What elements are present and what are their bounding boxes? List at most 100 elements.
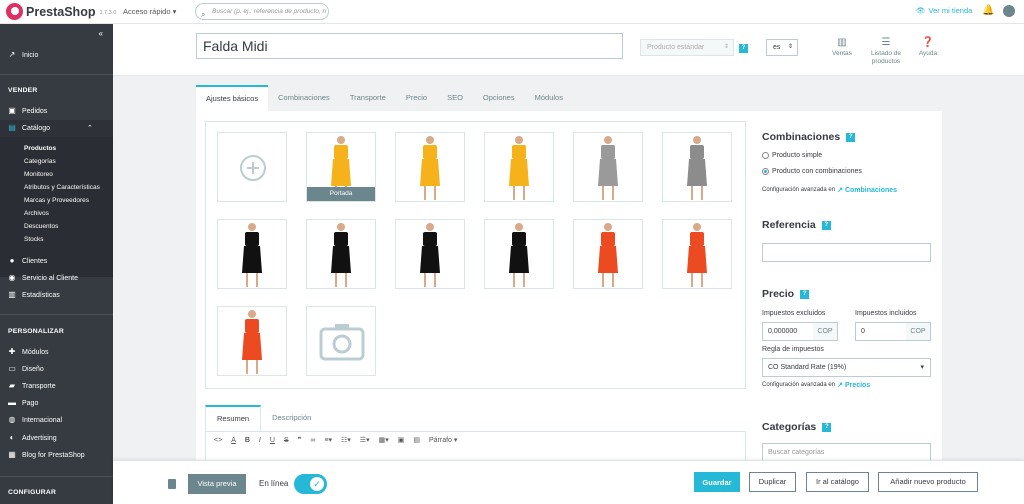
duplicate-button[interactable]: Duplicar [749,472,796,492]
product-image-thumb[interactable] [484,132,554,202]
sidebar-item-catalog[interactable]: ▤ Catálogo ⌃ [8,124,93,133]
underline-icon[interactable]: U [270,437,275,444]
submenu-item-monitoring[interactable]: Monitoreo [24,171,53,178]
media-icon[interactable]: ▤ [413,436,420,444]
prices-link[interactable]: Precios [845,382,870,389]
simple-product-radio[interactable]: Producto simple [762,152,822,159]
product-image-thumb[interactable] [484,219,554,289]
price-tax-excluded-input[interactable]: 0,000000 [762,322,814,341]
combinations-link[interactable]: Combinaciones [845,187,897,194]
tab-basic-settings[interactable]: Ajustes básicos [196,85,269,111]
view-shop-link[interactable]: 👁 Ver mi tienda [916,6,972,15]
submenu-item-files[interactable]: Archivos [24,210,49,217]
product-image-thumb[interactable] [573,219,643,289]
add-image-button[interactable] [217,132,287,202]
sidebar-item-shipping[interactable]: ▰ Transporte [8,382,56,390]
online-label: En línea [259,479,289,488]
quick-access-dropdown[interactable]: Acceso rápido ▾ [123,7,176,16]
align-icon[interactable]: ≡▾ [324,436,332,444]
reference-input[interactable] [762,243,931,262]
sidebar-item-advertising[interactable]: ◐ Advertising [8,434,57,442]
sidebar-item-payment[interactable]: ▬ Pago [8,399,38,407]
bar-chart-icon: ▥ [837,37,847,48]
logo-icon [6,3,23,20]
prestashop-logo[interactable]: PrestaShop 1.7.3.0 [6,3,116,20]
help-icon[interactable]: ? [739,44,748,53]
tab-description[interactable]: Descripción [261,405,322,431]
submenu-item-brands[interactable]: Marcas y Proveedores [24,197,89,204]
image-icon[interactable]: ▣ [398,436,405,444]
search-input[interactable]: ⌕ Buscar (p. ej.: referencia de producto… [195,3,329,20]
submenu-item-discounts[interactable]: Descuentos [24,223,58,230]
product-image-thumb[interactable] [573,132,643,202]
summary-editor[interactable]: <> A B I U S ❞ ∞ ≡▾ ☷▾ ☰▾ ▦▾ ▣ ▤ Párrafo… [205,431,746,461]
product-name-input[interactable]: Falda Midi [196,33,623,59]
tax-excluded-label: Impuestos excluidos [762,310,826,317]
submenu-item-products[interactable]: Productos [24,145,56,152]
sidebar-item-blog[interactable]: ▦ Blog for PrestaShop [8,451,84,459]
tab-shipping[interactable]: Transporte [340,85,396,111]
go-to-catalog-button[interactable]: Ir al catálogo [806,472,869,492]
sidebar-item-home[interactable]: ↗ Inicio [8,51,39,59]
code-icon[interactable]: <> [214,437,222,444]
sidebar-item-international[interactable]: ◍ Internacional [8,416,63,424]
user-avatar[interactable] [1003,5,1015,17]
save-button[interactable]: Guardar [694,472,740,492]
help-icon[interactable]: ? [800,289,810,299]
italic-icon[interactable]: I [259,437,261,444]
product-tabs: Ajustes básicos Combinaciones Transporte… [196,85,573,111]
tab-summary[interactable]: Resumen [205,405,262,431]
product-list-button[interactable]: ☰ Listado de productos [866,37,906,66]
submenu-item-attributes[interactable]: Atributos y Características [24,184,100,191]
tab-options[interactable]: Opciones [473,85,525,111]
sidebar-item-customers[interactable]: ● Clientes [8,257,48,265]
language-select[interactable]: es ⇕ [766,39,798,56]
tab-seo[interactable]: SEO [437,85,473,111]
bold-icon[interactable]: B [245,437,250,444]
product-image-thumb[interactable] [217,219,287,289]
product-image-thumb[interactable] [217,306,287,376]
product-image-thumb[interactable] [662,219,732,289]
help-button[interactable]: ❓ Ayuda [915,37,941,58]
camera-placeholder[interactable] [306,306,376,376]
product-image-thumb[interactable] [395,132,465,202]
text-color-icon[interactable]: A [231,437,236,444]
add-new-product-button[interactable]: Añadir nuevo producto [878,472,978,492]
product-type-select[interactable]: Producto estándar ⇕ [640,39,734,56]
link-icon[interactable]: ∞ [310,437,315,444]
product-image-thumb[interactable] [395,219,465,289]
product-with-combinations-radio[interactable]: Producto con combinaciones [762,168,862,175]
quote-icon[interactable]: ❞ [298,436,302,444]
help-icon[interactable]: ? [821,220,831,230]
sidebar-item-customer-service[interactable]: ◉ Servicio al Cliente [8,274,79,282]
sidebar-item-modules[interactable]: ✚ Módulos [8,348,49,356]
trash-icon[interactable] [168,479,176,489]
notifications-bell-icon[interactable]: 🔔 [982,5,994,16]
reference-title: Referencia? [762,219,831,231]
product-image-thumb[interactable]: Portada [306,132,376,202]
tax-rule-select[interactable]: CO Standard Rate (19%) ▾ [762,358,931,377]
strikethrough-icon[interactable]: S [284,437,289,444]
price-tax-included-input[interactable]: 0 [855,322,907,341]
table-icon[interactable]: ▦▾ [379,436,389,444]
product-image-thumb[interactable] [306,219,376,289]
numbered-list-icon[interactable]: ☰▾ [360,436,370,444]
bullet-list-icon[interactable]: ☷▾ [341,436,351,444]
product-image-thumb[interactable] [662,132,732,202]
sidebar-item-stats[interactable]: ▥ Estadísticas [8,291,60,299]
online-toggle[interactable]: ✓ [294,474,327,494]
sales-button[interactable]: ▥ Ventas [829,37,855,58]
collapse-sidebar-icon[interactable]: « [99,29,103,38]
format-select[interactable]: Párrafo ▾ [429,436,457,444]
sidebar-item-design[interactable]: ▭ Diseño [8,365,44,373]
tab-combinations[interactable]: Combinaciones [268,85,340,111]
tab-price[interactable]: Precio [396,85,437,111]
submenu-item-stocks[interactable]: Stocks [24,236,44,243]
help-icon[interactable]: ? [846,132,856,142]
submenu-item-categories[interactable]: Categorías [24,158,56,165]
product-photo [420,136,440,200]
sidebar-item-orders[interactable]: ▣ Pedidos [8,107,47,115]
help-icon[interactable]: ? [822,422,832,432]
preview-button[interactable]: Vista previa [188,474,246,494]
tab-modules[interactable]: Módulos [525,85,573,111]
